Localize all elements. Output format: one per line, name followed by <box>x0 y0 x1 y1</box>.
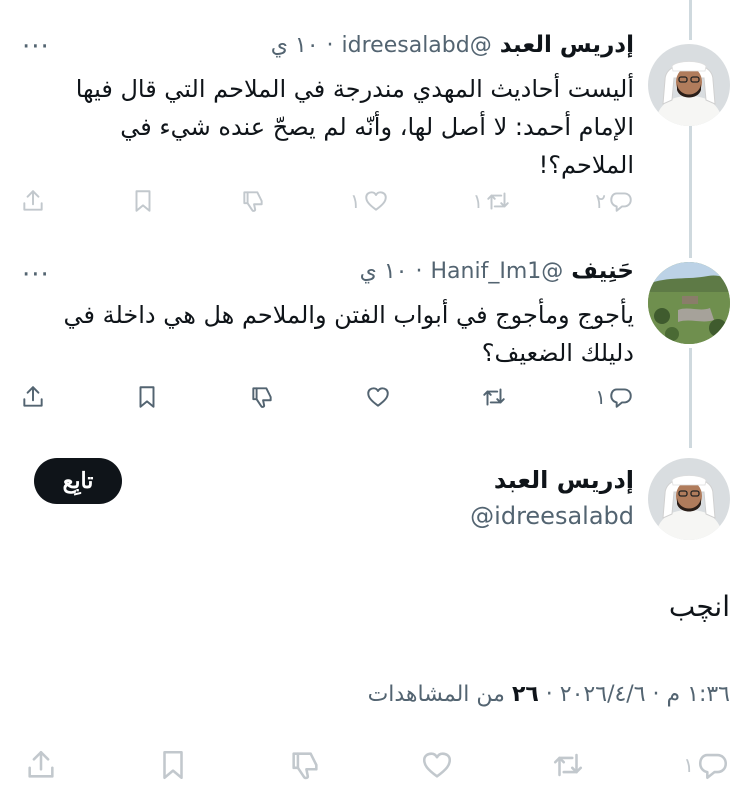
reply-icon <box>610 388 632 408</box>
retweet-icon <box>487 192 509 210</box>
like-icon <box>364 191 387 211</box>
landscape-avatar-icon <box>648 262 730 344</box>
retweet-icon <box>554 753 583 777</box>
follow-button[interactable]: تابِع <box>34 458 122 504</box>
separator-dot: · <box>415 259 423 284</box>
avatar[interactable] <box>648 458 730 540</box>
reply-count: ١ <box>595 385 606 409</box>
tweet-meta: ١:٣٦ م · ٢٠٢٦/٤/٦ · ٢٦ من المشاهدات <box>368 682 730 707</box>
tweet-text: يأجوج ومأجوج في أبواب الفتن والملاحم هل … <box>63 301 634 367</box>
views-count: ٢٦ <box>511 682 539 707</box>
tweet-time[interactable]: ١٠ ي <box>360 259 408 284</box>
more-options-icon[interactable]: ··· <box>22 262 50 288</box>
like-icon <box>422 752 451 778</box>
dislike-button[interactable] <box>288 748 322 782</box>
tweet-time[interactable]: ١٠ ي <box>271 33 319 58</box>
like-button[interactable] <box>420 748 454 782</box>
user-handle[interactable]: @idreesalabd <box>342 33 492 58</box>
like-icon <box>367 387 389 407</box>
like-count: ١ <box>349 189 361 213</box>
bookmark-icon <box>139 386 155 408</box>
reply-icon <box>698 753 727 780</box>
main-tweet-actions: ١ <box>24 748 730 782</box>
retweet-count: ١ <box>472 189 484 213</box>
dislike-icon <box>243 191 263 212</box>
tweet-actions: ١ <box>20 384 634 410</box>
tweet-text: انچب <box>668 590 730 623</box>
share-icon <box>28 750 54 778</box>
reply-button[interactable]: ١ <box>683 748 730 782</box>
reply-count: ٢ <box>595 189 606 213</box>
tweet-actions: ١ ١ ٢ <box>20 188 634 214</box>
like-button[interactable]: ١ <box>350 188 389 214</box>
like-button[interactable] <box>363 384 391 410</box>
tweet-datetime[interactable]: ١:٣٦ م · ٢٠٢٦/٤/٦ <box>560 682 730 707</box>
dislike-button[interactable] <box>249 384 275 410</box>
tweet-text: أليست أحاديث المهدي مندرجة في الملاحم ال… <box>75 75 634 179</box>
thread-line-middle <box>689 118 692 258</box>
retweet-button[interactable] <box>551 748 585 782</box>
tweet-header: إدريس العبد @idreesalabd · ١٠ ي <box>271 32 634 58</box>
dislike-icon <box>292 752 318 780</box>
reply-button[interactable]: ١ <box>595 384 634 410</box>
bookmark-button[interactable] <box>130 188 156 214</box>
user-handle[interactable]: @idreesalabd <box>470 502 634 530</box>
display-name[interactable]: إدريس العبد <box>494 466 634 494</box>
share-button[interactable] <box>20 188 46 214</box>
retweet-button[interactable] <box>479 384 507 410</box>
separator-dot: · <box>545 682 553 707</box>
thread-line-bottom <box>689 348 692 448</box>
person-avatar-icon <box>648 44 730 126</box>
more-options-icon[interactable]: ··· <box>22 34 50 60</box>
retweet-icon <box>483 388 505 406</box>
share-button[interactable] <box>20 384 46 410</box>
person-avatar-icon <box>648 458 730 540</box>
avatar[interactable] <box>648 44 730 126</box>
share-icon <box>23 386 43 407</box>
avatar[interactable] <box>648 262 730 344</box>
reply-count: ١ <box>683 753 694 777</box>
tweet-header: حَنِيف @Hanif_Im1 · ١٠ ي <box>360 258 634 284</box>
display-name[interactable]: إدريس العبد <box>500 32 634 58</box>
reply-icon <box>610 192 632 212</box>
reply-button[interactable]: ٢ <box>595 188 634 214</box>
bookmark-button[interactable] <box>156 748 190 782</box>
retweet-button[interactable]: ١ <box>473 188 512 214</box>
user-handle[interactable]: @Hanif_Im1 <box>431 259 564 284</box>
dislike-button[interactable] <box>240 188 266 214</box>
bookmark-icon <box>163 750 183 780</box>
bookmark-button[interactable] <box>134 384 160 410</box>
dislike-icon <box>251 387 272 408</box>
thread-line-top <box>689 0 692 40</box>
share-icon <box>23 190 43 211</box>
bookmark-icon <box>135 190 151 212</box>
display-name[interactable]: حَنِيف <box>571 258 634 284</box>
share-button[interactable] <box>24 748 58 782</box>
separator-dot: · <box>326 33 334 58</box>
views-label: من المشاهدات <box>367 682 505 707</box>
